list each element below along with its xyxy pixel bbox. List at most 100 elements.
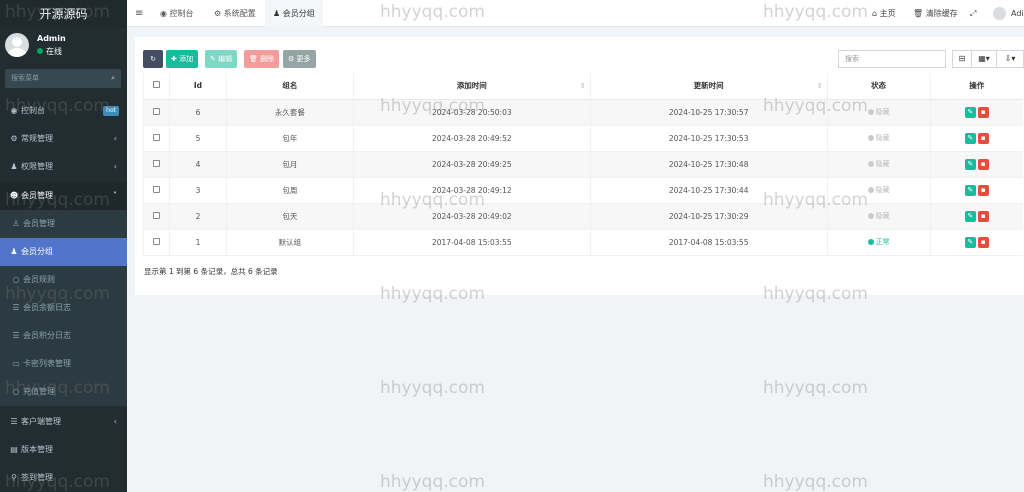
row-select[interactable] [143,125,170,152]
row-checkbox[interactable] [152,107,160,115]
row-select[interactable] [143,203,170,230]
table-row[interactable]: 3 包周 2024-03-28 20:49:12 2024-10-25 17:3… [143,177,1023,204]
row-edit-button[interactable]: ✎ [964,210,976,222]
users-icon: ♟ [273,9,283,18]
row-edit-button[interactable]: ✎ [964,106,976,118]
cell-status: 隐藏 [826,125,931,152]
select-all-header[interactable] [143,73,170,100]
cell-id: 4 [168,151,227,178]
sidebar-item-member[interactable]: ☻ 会员管理 ˅ [0,182,127,210]
row-select[interactable] [143,151,170,178]
sort-icon[interactable]: ⇕ [817,82,823,90]
sidebar-item-label: 签到管理 [21,473,53,482]
app-logo[interactable]: 开源源码 [0,0,127,28]
table-search-input[interactable]: 搜索 [838,50,946,68]
sidebar-search-input[interactable]: 搜索菜单 ⌕ [5,69,121,88]
add-button[interactable]: ✚ 添加 [166,50,199,68]
refresh-button[interactable]: ↻ [143,50,163,68]
row-checkbox[interactable] [152,185,160,193]
sidebar-item-member-list[interactable]: ♙ 会员管理 [0,210,127,238]
select-all-checkbox[interactable] [152,81,160,89]
col-name: 组名 [225,73,354,100]
sidebar-item-card-list[interactable]: ▭ 卡密列表管理 [0,350,127,378]
col-created[interactable]: 添加时间 ⇕ [352,73,591,100]
circle-icon: ○ [12,387,20,396]
header-avatar[interactable] [993,7,1006,20]
table-row[interactable]: 6 永久套餐 2024-03-28 20:50:03 2024-10-25 17… [143,99,1023,126]
more-button[interactable]: ⚙ 更多 [283,50,316,68]
cell-status: 隐藏 [826,151,931,178]
pencil-icon: ✎ [967,107,974,116]
sidebar-item-label: 会员管理 [21,191,53,200]
sidebar-item-client[interactable]: ☰ 客户端管理 ‹ [0,408,127,436]
status-label: 隐藏 [875,134,890,142]
row-select[interactable] [143,99,170,126]
column-toggle-icon[interactable]: ⊟ [952,50,972,68]
trash-icon: ▪ [980,237,986,246]
status-badge[interactable]: 隐藏 [867,108,890,116]
trash-icon: ▪ [980,107,986,116]
cell-id: 1 [168,229,227,256]
row-checkbox[interactable] [152,211,160,219]
row-edit-button[interactable]: ✎ [964,158,976,170]
row-delete-button[interactable]: ▪ [977,184,989,196]
delete-button[interactable]: 🗑 删除 [244,50,280,68]
row-delete-button[interactable]: ▪ [977,210,989,222]
row-edit-button[interactable]: ✎ [964,184,976,196]
sidebar-item-recharge[interactable]: ○ 充值管理 [0,378,127,406]
tab-system-config[interactable]: ⚙ 系统配置 [206,0,264,27]
row-edit-button[interactable]: ✎ [964,236,976,248]
sidebar-item-version[interactable]: ▤ 版本管理 [0,436,127,464]
sort-icon[interactable]: ⇕ [580,82,586,90]
columns-dropdown-icon[interactable]: ▦▾ [971,50,997,68]
list-icon: ☰ [12,303,20,312]
export-dropdown-icon[interactable]: ⇩▾ [996,50,1024,68]
col-id[interactable]: Id [168,73,227,100]
edit-button[interactable]: ✎ 编辑 [205,50,238,68]
tab-member-group[interactable]: ♟ 会员分组 [265,0,323,27]
row-delete-button[interactable]: ▪ [977,132,989,144]
gear-icon: ⚙ [214,9,224,18]
status-badge[interactable]: 隐藏 [867,134,890,142]
sidebar-item-balance-log[interactable]: ☰ 会员余额日志 [0,294,127,322]
sidebar-toggle-icon[interactable]: ≡ [135,0,143,27]
sidebar-item-label: 卡密列表管理 [23,359,71,368]
table-row[interactable]: 2 包天 2024-03-28 20:49:02 2024-10-25 17:3… [143,203,1023,230]
cell-id: 5 [168,125,227,152]
sidebar-item-dashboard[interactable]: ◉ 控制台 hot [0,97,127,125]
home-link[interactable]: ⌂ 主页 [872,0,896,27]
fullscreen-icon[interactable]: ⤢ [970,0,976,27]
row-select[interactable] [143,177,170,204]
status-label: 隐藏 [875,212,890,220]
status-badge[interactable]: 隐藏 [867,160,890,168]
status-badge[interactable]: 隐藏 [867,186,890,194]
table-row[interactable]: 1 默认组 2017-04-08 15:03:55 2017-04-08 15:… [143,229,1023,256]
row-checkbox[interactable] [152,159,160,167]
status-badge[interactable]: 隐藏 [867,212,890,220]
table-row[interactable]: 5 包年 2024-03-28 20:49:52 2024-10-25 17:3… [143,125,1023,152]
map-marker-icon: ⚲ [11,473,17,482]
clear-cache-button[interactable]: 🗑 清除缓存 [913,0,958,27]
sidebar-item-general[interactable]: ⚙ 常规管理 ‹ [0,125,127,153]
row-edit-button[interactable]: ✎ [964,132,976,144]
table-row[interactable]: 4 包月 2024-03-28 20:49:25 2024-10-25 17:3… [143,151,1023,178]
row-checkbox[interactable] [152,133,160,141]
sidebar-item-score-log[interactable]: ☰ 会员积分日志 [0,322,127,350]
row-delete-button[interactable]: ▪ [977,236,989,248]
sidebar-item-signin[interactable]: ⚲ 签到管理 [0,464,127,492]
users-icon: ♟ [10,247,18,256]
search-icon[interactable]: ⌕ [111,69,115,88]
tab-dashboard[interactable]: ◉ 控制台 [152,0,202,27]
sidebar-item-member-rule[interactable]: ○ 会员规则 [0,266,127,294]
row-delete-button[interactable]: ▪ [977,106,989,118]
status-badge[interactable]: 正常 [867,238,890,246]
sidebar-item-member-group[interactable]: ♟ 会员分组 [0,238,127,266]
header-user-name[interactable]: Adi [1011,0,1024,27]
pagination-info: 显示第 1 到第 6 条记录，总共 6 条记录 [144,267,278,276]
col-updated[interactable]: 更新时间 ⇕ [589,73,828,100]
row-checkbox[interactable] [152,237,160,245]
row-delete-button[interactable]: ▪ [977,158,989,170]
row-select[interactable] [143,229,170,256]
sidebar-item-auth[interactable]: ♟ 权限管理 ‹ [0,153,127,181]
tab-label: 系统配置 [223,9,256,18]
